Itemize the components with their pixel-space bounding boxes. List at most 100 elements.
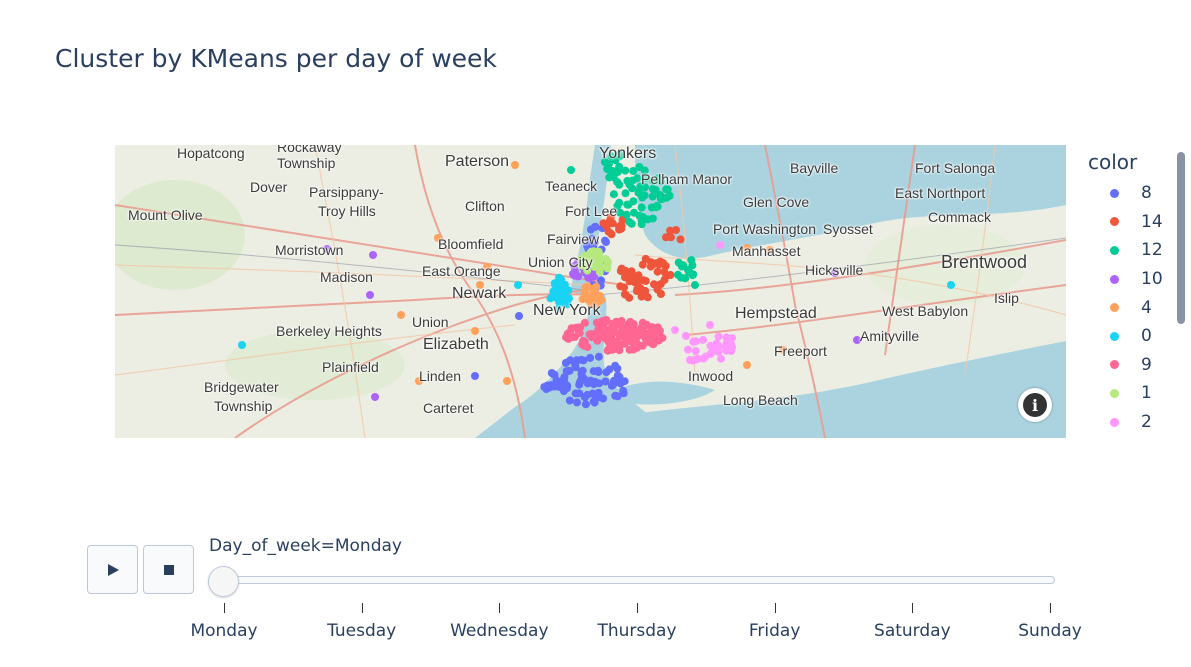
legend-scrollbar[interactable] (1177, 152, 1185, 324)
data-point[interactable] (613, 392, 622, 401)
data-point[interactable] (591, 283, 600, 291)
data-point[interactable] (674, 270, 682, 279)
data-point[interactable] (684, 345, 692, 354)
data-point[interactable] (594, 352, 603, 361)
data-point[interactable] (604, 227, 613, 236)
legend-item[interactable]: 14 (1088, 208, 1183, 237)
data-point[interactable] (583, 379, 592, 388)
data-point[interactable] (581, 400, 590, 409)
data-point[interactable] (694, 354, 702, 363)
data-point[interactable] (625, 217, 634, 226)
data-point[interactable] (397, 311, 405, 319)
legend-item[interactable]: 1 (1088, 379, 1183, 408)
slider-step-label[interactable]: Sunday (1018, 621, 1082, 641)
data-point[interactable] (641, 254, 650, 263)
data-point[interactable] (366, 291, 374, 299)
data-point[interactable] (580, 341, 589, 350)
data-point[interactable] (618, 323, 627, 331)
data-point[interactable] (573, 398, 581, 407)
data-point[interactable] (585, 330, 594, 339)
data-point[interactable] (611, 344, 620, 353)
data-point[interactable] (574, 323, 582, 332)
data-point[interactable] (599, 394, 608, 403)
data-point[interactable] (691, 347, 700, 356)
data-point[interactable] (637, 203, 646, 212)
data-point[interactable] (575, 378, 584, 387)
data-point[interactable] (717, 354, 725, 363)
data-point[interactable] (589, 397, 598, 406)
data-point[interactable] (601, 236, 609, 245)
data-point[interactable] (616, 267, 625, 275)
data-point[interactable] (583, 282, 592, 291)
data-point[interactable] (471, 327, 479, 335)
data-point[interactable] (609, 190, 618, 199)
data-point[interactable] (617, 224, 626, 233)
data-point[interactable] (559, 387, 568, 396)
data-point[interactable] (583, 390, 592, 399)
data-point[interactable] (565, 366, 574, 375)
data-point[interactable] (471, 372, 479, 380)
data-point[interactable] (716, 241, 724, 249)
data-point[interactable] (714, 332, 723, 341)
data-point[interactable] (684, 266, 692, 274)
data-point[interactable] (565, 396, 574, 405)
data-point[interactable] (564, 286, 573, 295)
legend-item[interactable]: 10 (1088, 265, 1183, 294)
data-point[interactable] (624, 200, 633, 209)
data-point[interactable] (590, 223, 599, 231)
data-point[interactable] (549, 287, 558, 296)
data-point[interactable] (627, 335, 635, 344)
data-point[interactable] (610, 379, 619, 388)
data-point[interactable] (645, 330, 654, 338)
data-point[interactable] (578, 366, 587, 375)
data-point[interactable] (503, 377, 511, 385)
data-point[interactable] (581, 290, 590, 299)
data-point[interactable] (555, 273, 563, 282)
data-point[interactable] (596, 291, 604, 300)
data-point[interactable] (561, 358, 570, 367)
slider-step-label[interactable]: Wednesday (450, 621, 548, 641)
data-point[interactable] (722, 333, 731, 342)
data-point[interactable] (514, 281, 522, 289)
data-point[interactable] (686, 356, 694, 364)
slider-step-label[interactable]: Saturday (874, 621, 951, 641)
data-point[interactable] (571, 389, 580, 398)
data-point[interactable] (629, 167, 638, 175)
legend-item[interactable]: 12 (1088, 236, 1183, 265)
data-point[interactable] (620, 283, 629, 292)
data-point[interactable] (635, 211, 644, 220)
data-point[interactable] (743, 361, 751, 369)
data-point[interactable] (648, 214, 657, 223)
data-point[interactable] (567, 166, 575, 174)
data-point[interactable] (706, 349, 715, 358)
data-point[interactable] (689, 337, 698, 346)
data-point[interactable] (681, 331, 690, 340)
data-point[interactable] (638, 328, 647, 337)
map-attribution-button[interactable]: i (1018, 388, 1052, 422)
legend-item[interactable]: 4 (1088, 293, 1183, 322)
data-point[interactable] (606, 334, 615, 343)
data-point[interactable] (656, 332, 665, 341)
data-point[interactable] (594, 366, 603, 375)
data-point[interactable] (641, 291, 650, 300)
slider-step-label[interactable]: Monday (190, 621, 257, 641)
data-point[interactable] (721, 343, 730, 352)
map-view[interactable]: Hopatcong Rockaway Township Paterson Yon… (115, 145, 1066, 438)
data-point[interactable] (699, 335, 708, 344)
data-point[interactable] (634, 271, 643, 280)
data-point[interactable] (604, 345, 613, 354)
legend-item[interactable]: 2 (1088, 408, 1183, 437)
legend-item[interactable]: 0 (1088, 322, 1183, 351)
data-point[interactable] (369, 251, 377, 259)
data-point[interactable] (651, 185, 660, 194)
slider-step-label[interactable]: Friday (749, 621, 801, 641)
data-point[interactable] (371, 393, 379, 401)
play-button[interactable] (87, 545, 138, 594)
data-point[interactable] (621, 189, 630, 198)
data-point[interactable] (625, 293, 634, 302)
data-point[interactable] (641, 277, 650, 285)
data-point[interactable] (637, 190, 646, 199)
data-point[interactable] (632, 287, 641, 295)
stop-button[interactable] (143, 545, 194, 594)
data-point[interactable] (674, 258, 683, 267)
